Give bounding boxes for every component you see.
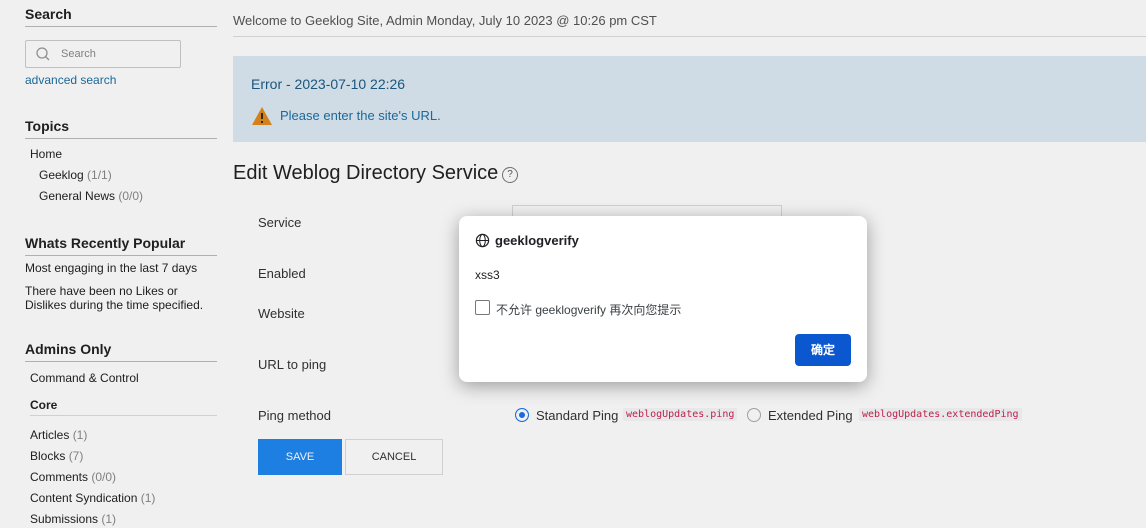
dialog-message: xss3 bbox=[475, 268, 500, 282]
ok-button[interactable]: 确定 bbox=[795, 334, 851, 366]
dialog-title: geeklogverify bbox=[495, 233, 579, 248]
suppress-checkbox[interactable] bbox=[475, 300, 490, 315]
globe-icon bbox=[475, 233, 490, 248]
suppress-checkbox-label[interactable]: 不允许 geeklogverify 再次向您提示 bbox=[496, 301, 681, 318]
alert-dialog: geeklogverify xss3 不允许 geeklogverify 再次向… bbox=[459, 216, 867, 382]
